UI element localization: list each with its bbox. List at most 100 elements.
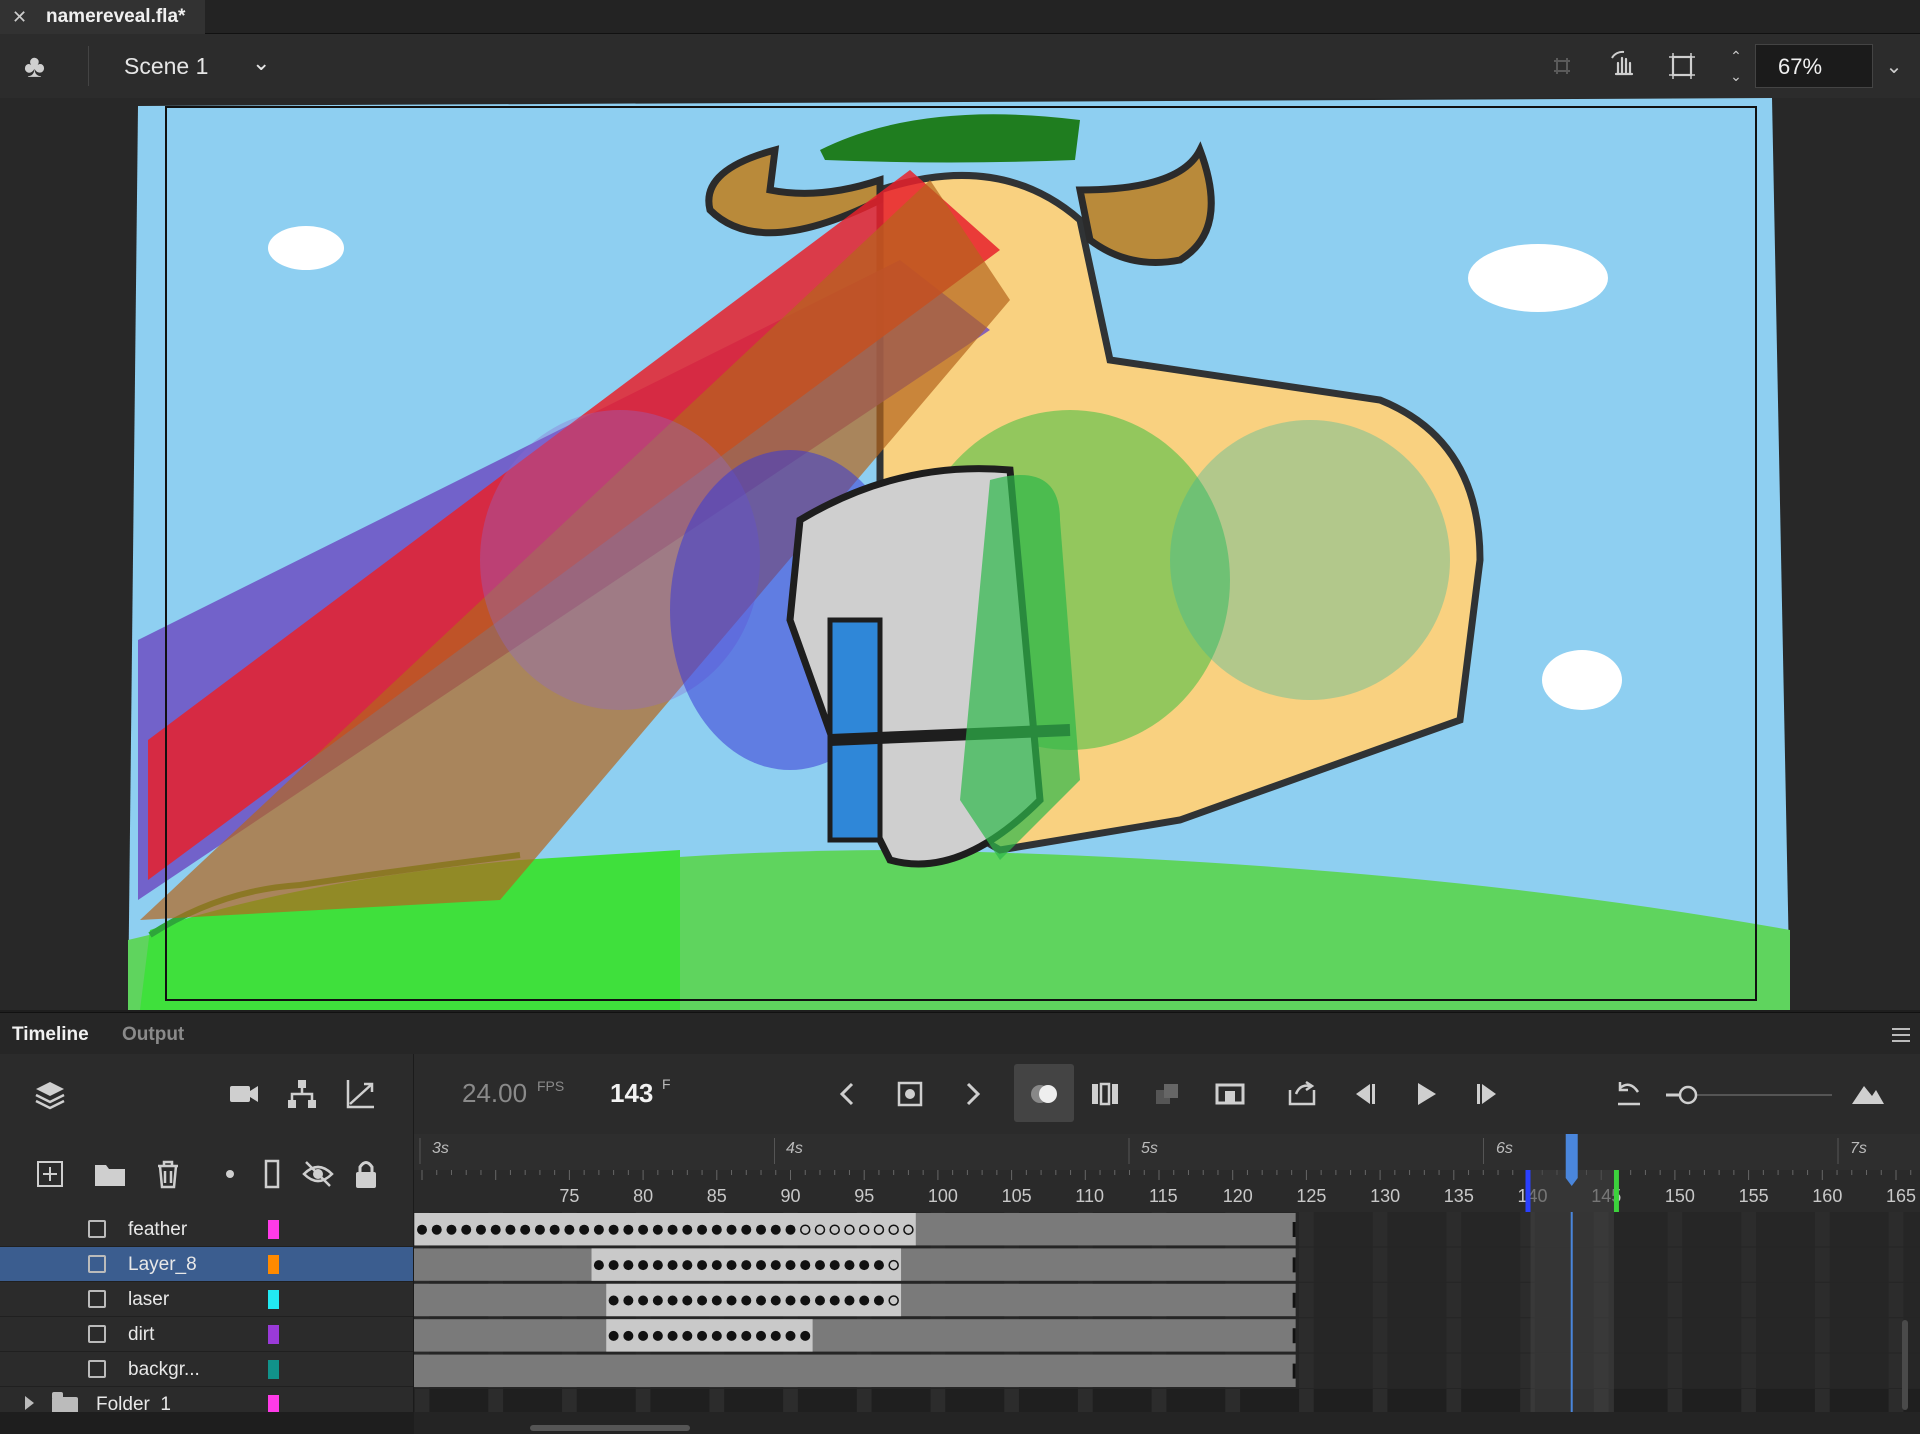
graph-icon[interactable] xyxy=(342,1076,378,1112)
stepper-icon[interactable]: ⌃ ⌄ xyxy=(1726,46,1746,86)
zoom-slider-icon[interactable] xyxy=(1662,1080,1837,1110)
frame-cell xyxy=(1814,1318,1830,1353)
frame-cell xyxy=(1004,1389,1019,1412)
trash-icon[interactable] xyxy=(150,1156,186,1192)
layer-row[interactable]: laser xyxy=(0,1282,413,1317)
loop-icon[interactable] xyxy=(1284,1076,1320,1112)
layer-row[interactable]: dirt xyxy=(0,1317,413,1352)
tab-timeline[interactable]: Timeline xyxy=(12,1024,89,1046)
layer-color-swatch[interactable] xyxy=(268,1290,279,1309)
layer-name[interactable]: Layer_8 xyxy=(128,1254,197,1276)
step-back-icon[interactable] xyxy=(1346,1076,1382,1112)
tab-output[interactable]: Output xyxy=(122,1024,184,1046)
ruler-graphics: 7580859095100105110115120125130135140145… xyxy=(414,1134,1920,1212)
layers-icon[interactable] xyxy=(32,1076,68,1112)
keyframe-dot xyxy=(785,1224,796,1235)
frame-cell xyxy=(1446,1212,1462,1247)
keyframe-dot xyxy=(800,1260,811,1271)
chevron-down-icon[interactable]: ⌄ xyxy=(252,50,270,76)
play-icon[interactable] xyxy=(1408,1076,1444,1112)
keyframe-dot xyxy=(682,1295,693,1306)
layer-color-swatch[interactable] xyxy=(268,1325,279,1344)
frame-tool-icon[interactable] xyxy=(1212,1076,1248,1112)
expand-arrow-icon[interactable] xyxy=(25,1396,34,1410)
panel-tabs: Timeline Output xyxy=(0,1012,1920,1054)
folder-icon[interactable] xyxy=(92,1156,128,1192)
next-keyframe-icon[interactable] xyxy=(954,1076,990,1112)
layer-name[interactable]: feather xyxy=(128,1219,187,1241)
step-forward-icon[interactable] xyxy=(1470,1076,1506,1112)
dot-icon[interactable] xyxy=(212,1156,248,1192)
frame-cell xyxy=(1888,1282,1904,1318)
layer-row[interactable]: backgr... xyxy=(0,1352,413,1387)
layer-name[interactable]: laser xyxy=(128,1289,169,1311)
frame-cell xyxy=(1225,1389,1241,1412)
horizontal-scrollbar[interactable] xyxy=(414,1412,1920,1434)
frame-grid[interactable] xyxy=(414,1212,1920,1412)
zoom-input[interactable]: 67% xyxy=(1755,44,1873,88)
insert-keyframe-icon[interactable] xyxy=(892,1076,928,1112)
current-frame[interactable]: 143 xyxy=(610,1078,653,1109)
frame-span xyxy=(414,1319,1296,1352)
scrollbar-thumb[interactable] xyxy=(530,1425,690,1431)
hand-rotate-icon[interactable] xyxy=(1606,48,1642,84)
undo-icon[interactable] xyxy=(1610,1076,1646,1112)
keyframe-dot xyxy=(697,1260,708,1271)
keyframe-dot xyxy=(873,1260,884,1271)
frame-cell xyxy=(1814,1389,1830,1412)
ruler-second-label: 7s xyxy=(1850,1140,1867,1157)
keyframe-dot xyxy=(800,1330,811,1341)
document-tab[interactable]: ✕ namereveal.fla* xyxy=(0,0,205,34)
keyframe-dot xyxy=(726,1330,737,1341)
layer-color-swatch[interactable] xyxy=(268,1220,279,1239)
close-icon[interactable]: ✕ xyxy=(12,7,32,28)
keyframe-dot xyxy=(623,1330,634,1341)
folder-name[interactable]: Folder_1 xyxy=(96,1394,171,1412)
panel-menu-icon[interactable] xyxy=(1892,1028,1910,1042)
outline-icon[interactable] xyxy=(254,1156,290,1192)
frame-cell xyxy=(1372,1389,1388,1412)
stage[interactable] xyxy=(0,98,1920,1010)
onion-skin-button[interactable] xyxy=(1014,1064,1074,1122)
vertical-scrollbar[interactable] xyxy=(1902,1320,1908,1410)
onion-outline-icon[interactable] xyxy=(1088,1076,1124,1112)
hierarchy-icon[interactable] xyxy=(284,1076,320,1112)
layer-name[interactable]: dirt xyxy=(128,1324,154,1346)
ruler-second-label: 5s xyxy=(1141,1140,1158,1157)
layer-name[interactable]: backgr... xyxy=(128,1359,200,1381)
eye-hidden-icon[interactable] xyxy=(300,1156,336,1192)
edit-multiple-icon[interactable] xyxy=(1150,1076,1186,1112)
frame-graphics xyxy=(414,1212,1920,1412)
clip-stage-icon[interactable] xyxy=(1664,48,1700,84)
frame-unit: F xyxy=(662,1076,671,1092)
keyframe-dot xyxy=(785,1330,796,1341)
timeline-ruler[interactable]: 7580859095100105110115120125130135140145… xyxy=(414,1134,1920,1212)
fps-value[interactable]: 24.00 xyxy=(462,1078,527,1109)
folder-row[interactable]: Folder_1 xyxy=(0,1387,413,1412)
frame-cell xyxy=(1299,1247,1314,1282)
chevron-down-icon[interactable]: ⌄ xyxy=(1874,44,1914,88)
keyframe-dot xyxy=(756,1330,767,1341)
prev-keyframe-icon[interactable] xyxy=(830,1076,866,1112)
layer-header xyxy=(0,1134,414,1212)
layer-color-swatch[interactable] xyxy=(268,1255,279,1274)
ruler-frame-label: 100 xyxy=(928,1186,958,1206)
layer-color-swatch[interactable] xyxy=(268,1360,279,1379)
lock-icon[interactable] xyxy=(348,1156,384,1192)
layer-color-swatch[interactable] xyxy=(268,1395,279,1412)
snap-icon[interactable] xyxy=(1544,48,1580,84)
club-icon[interactable]: ♣ xyxy=(24,48,45,85)
keyframe-dot xyxy=(667,1295,678,1306)
mountain-icon[interactable] xyxy=(1850,1076,1886,1112)
layer-row[interactable]: feather xyxy=(0,1212,413,1247)
frame-cell xyxy=(1299,1389,1314,1412)
camera-icon[interactable] xyxy=(226,1076,262,1112)
layer-icon xyxy=(88,1255,106,1273)
keyframe-dot xyxy=(579,1224,590,1235)
keyframe-dot xyxy=(623,1295,634,1306)
add-layer-icon[interactable] xyxy=(32,1156,68,1192)
layer-row[interactable]: Layer_8 xyxy=(0,1247,413,1282)
keyframe-dot xyxy=(490,1224,501,1235)
frame-cell xyxy=(783,1389,798,1412)
scene-label[interactable]: Scene 1 xyxy=(124,53,208,80)
